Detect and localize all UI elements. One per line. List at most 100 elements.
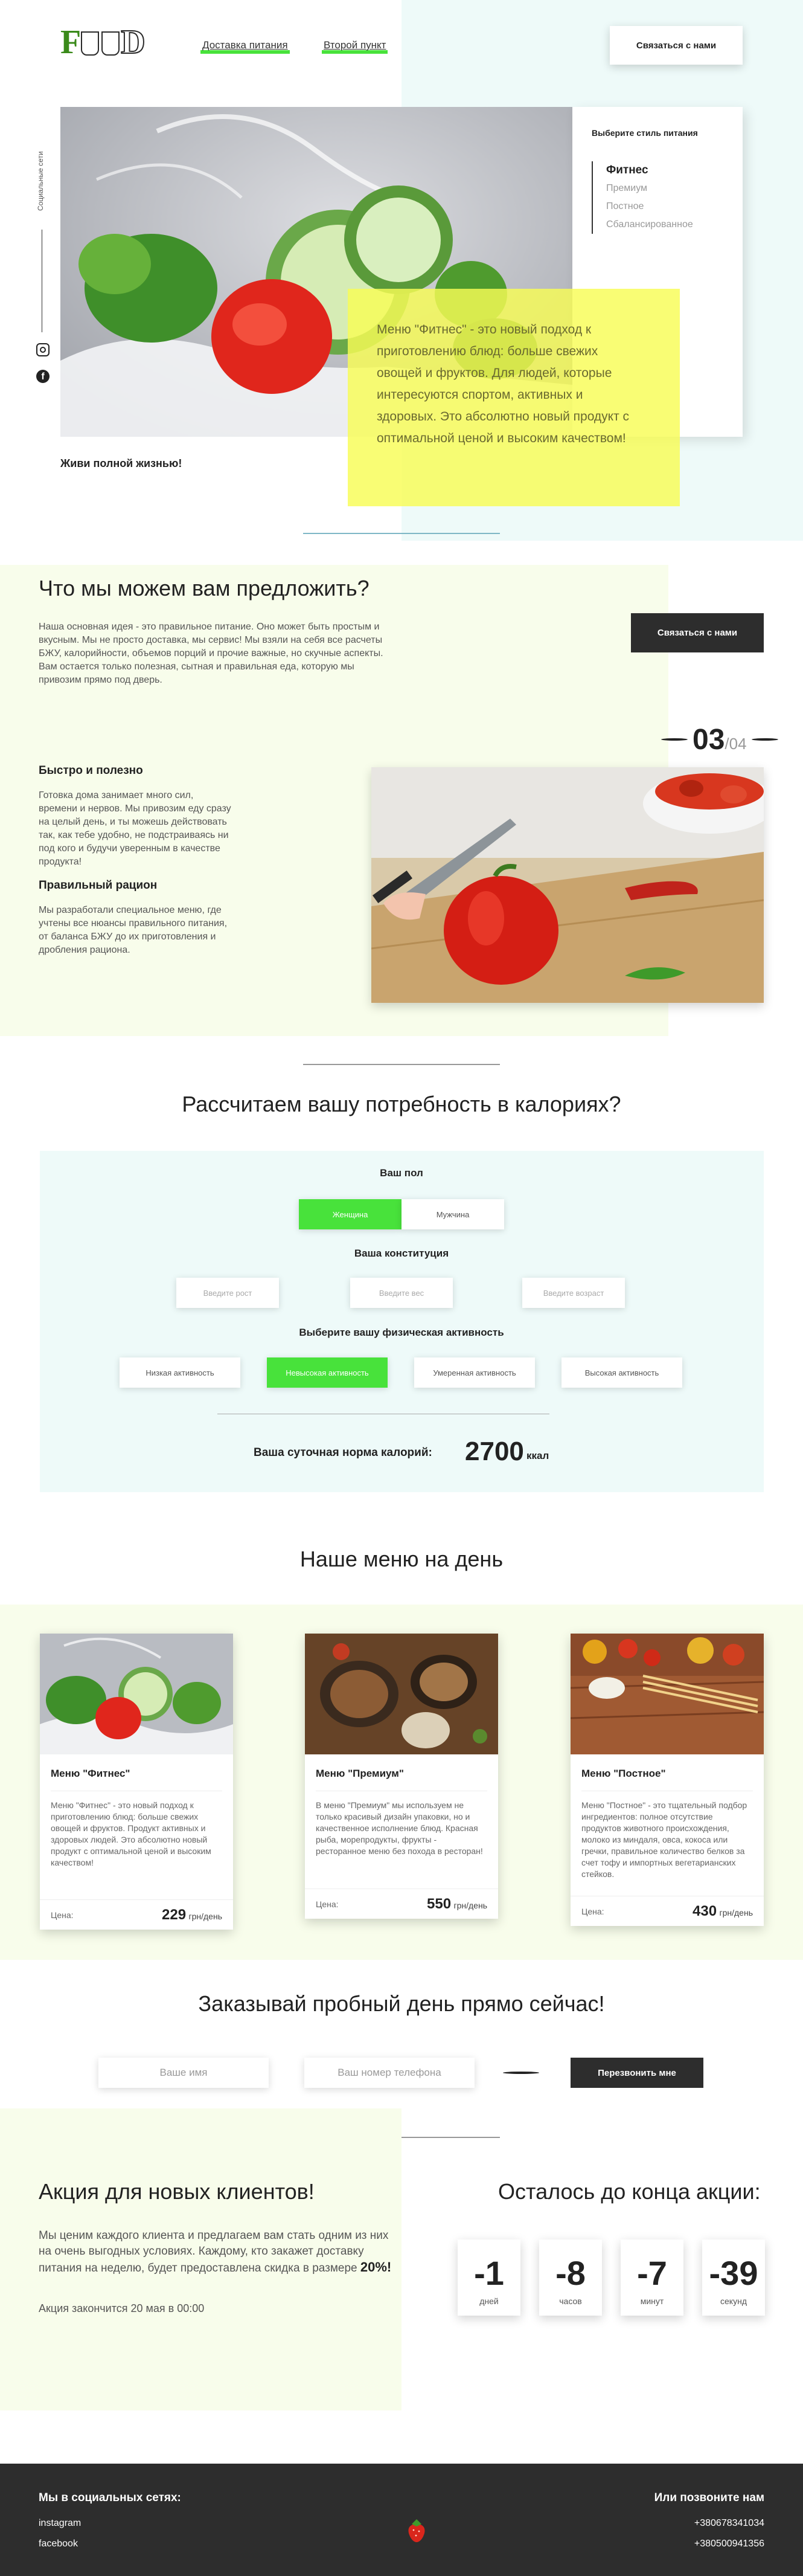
height-input[interactable]: Введите рост	[176, 1278, 279, 1308]
nav-link-second[interactable]: Второй пункт	[321, 39, 388, 54]
footer-phone[interactable]: +380678341034	[694, 2518, 764, 2529]
price-value: 550	[427, 1895, 452, 1912]
timer-title: Осталось до конца акции:	[498, 2179, 761, 2204]
footer-phone[interactable]: +380500941356	[694, 2539, 764, 2549]
menu-card-footer: Цена: 550 грн/день	[305, 1889, 498, 1919]
price-currency: грн/день	[188, 1911, 223, 1921]
contact-button[interactable]: Связаться с нами	[610, 26, 743, 65]
price-label: Цена:	[316, 1899, 339, 1909]
promo-ends: Акция закончится 20 мая в 00:00	[39, 2302, 205, 2314]
activity-label: Выберите вашу физическая активность	[299, 1327, 504, 1338]
next-arrow-icon[interactable]	[751, 738, 778, 741]
timer-unit: минут	[640, 2296, 664, 2306]
promo-text-body: Мы ценим каждого клиента и предлагаем ва…	[39, 2229, 389, 2275]
menu-card-title: Меню "Фитнес"	[51, 1768, 130, 1779]
price-value: 229	[162, 1906, 187, 1923]
name-input[interactable]: Ваше имя	[98, 2058, 269, 2088]
activity-option-high[interactable]: Высокая активность	[561, 1357, 682, 1388]
hero-description: Меню "Фитнес" - это новый подход к приго…	[377, 323, 630, 445]
timer-hours: -8 часов	[539, 2240, 602, 2316]
price-currency: грн/день	[719, 1907, 753, 1918]
style-item-premium[interactable]: Премиум	[606, 179, 693, 198]
promo-text: Мы ценим каждого клиента и предлагаем ва…	[39, 2228, 395, 2276]
calorie-result-unit: ккал	[526, 1450, 549, 1461]
menu-card-text: Меню "Фитнес" - это новый подход к приго…	[51, 1791, 222, 1869]
footer-phone-title: Или позвоните нам	[654, 2491, 764, 2504]
menu-title: Наше меню на день	[299, 1547, 504, 1571]
age-input[interactable]: Введите возраст	[522, 1278, 625, 1308]
promo-discount: 20%!	[360, 2259, 392, 2275]
timer-days: -1 дней	[458, 2240, 520, 2316]
slide-counter: 03/04	[656, 723, 783, 756]
offer-title: Что мы можем вам предложить?	[39, 576, 370, 601]
timer-unit: секунд	[720, 2296, 747, 2306]
menu-card-text: Меню "Постное" - это тщательный подбор и…	[581, 1791, 753, 1880]
prev-arrow-icon[interactable]	[661, 738, 688, 741]
price-value: 430	[693, 1902, 717, 1919]
timer-value: -7	[637, 2254, 667, 2292]
arrow-icon	[503, 2072, 539, 2074]
price-label: Цена:	[581, 1906, 604, 1916]
gender-label: Ваш пол	[380, 1167, 423, 1179]
logo[interactable]: FD	[60, 23, 146, 62]
instagram-icon[interactable]	[36, 343, 50, 356]
weight-input[interactable]: Введите вес	[350, 1278, 453, 1308]
feature-text: Мы разработали специальное меню, где учт…	[39, 905, 228, 955]
price-currency: грн/день	[453, 1900, 488, 1910]
activity-option-medium[interactable]: Умеренная активность	[414, 1357, 535, 1388]
section-divider	[303, 1064, 500, 1065]
menu-card-lenten[interactable]: Меню "Постное" Меню "Постное" - это тщат…	[571, 1634, 764, 1926]
timer-seconds: -39 секунд	[702, 2240, 765, 2316]
menu-card-title: Меню "Премиум"	[316, 1768, 404, 1779]
gender-option-female[interactable]: Женщина	[299, 1199, 402, 1229]
promo-title: Акция для новых клиентов!	[39, 2179, 315, 2204]
offer-intro: Наша основная идея - это правильное пита…	[39, 622, 383, 685]
footer-social-title: Мы в социальных сетях:	[39, 2491, 181, 2504]
menu-image	[40, 1634, 233, 1754]
activity-option-low[interactable]: Низкая активность	[120, 1357, 240, 1388]
footer-link-facebook[interactable]: facebook	[39, 2539, 78, 2549]
calculator-title: Рассчитаем вашу потребность в калориях?	[182, 1092, 621, 1116]
callback-button[interactable]: Перезвонить мне	[571, 2058, 703, 2088]
style-list: Фитнес Премиум Постное Сбалансированное	[592, 161, 693, 234]
header: FD Доставка питания Второй пункт Связать…	[0, 0, 803, 91]
social-label: Социальные сети	[36, 151, 45, 211]
order-title: Заказывай пробный день прямо сейчас!	[198, 1991, 605, 2016]
feature-title: Правильный рацион	[39, 879, 158, 892]
page: { "header": { "logo": "FOOD", "nav": ["Д…	[0, 0, 803, 2576]
price-label: Цена:	[51, 1910, 74, 1920]
feature-text: Готовка дома занимает много сил, времени…	[39, 790, 231, 867]
feature-title: Быстро и полезно	[39, 764, 143, 777]
menu-image	[571, 1634, 764, 1754]
facebook-icon[interactable]: f	[36, 370, 50, 383]
timer-unit: дней	[479, 2296, 499, 2306]
activity-option-small[interactable]: Невысокая активность	[267, 1357, 388, 1388]
strawberry-icon	[408, 2519, 425, 2542]
pepper-image	[371, 767, 764, 1003]
menu-card-premium[interactable]: Меню "Премиум" В меню "Премиум" мы испол…	[305, 1634, 498, 1919]
style-item-fitness[interactable]: Фитнес	[606, 161, 693, 179]
style-item-lenten[interactable]: Постное	[606, 198, 693, 216]
gender-option-male[interactable]: Мужчина	[402, 1199, 504, 1229]
menu-card-text: В меню "Премиум" мы используем не только…	[316, 1791, 487, 1857]
timer-value: -8	[555, 2254, 586, 2292]
hero-motto: Живи полной жизнью!	[60, 457, 182, 469]
counter-total: /04	[725, 735, 747, 753]
menu-card-footer: Цена: 430 грн/день	[571, 1896, 764, 1926]
menu-card-fitness[interactable]: Меню "Фитнес" Меню "Фитнес" - это новый …	[40, 1634, 233, 1930]
menu-card-footer: Цена: 229 грн/день	[40, 1899, 233, 1930]
footer-link-instagram[interactable]: instagram	[39, 2518, 81, 2529]
constitution-label: Ваша конституция	[354, 1248, 449, 1259]
timer-value: -39	[709, 2254, 758, 2292]
calorie-result-value: 2700	[465, 1437, 524, 1466]
section-divider	[303, 533, 500, 534]
offer-contact-button[interactable]: Связаться с нами	[631, 613, 764, 652]
hero-description-card: Меню "Фитнес" - это новый подход к приго…	[348, 289, 680, 506]
counter-current: 03	[693, 724, 725, 756]
menu-image	[305, 1634, 498, 1754]
footer: Мы в социальных сетях: instagram faceboo…	[0, 2464, 803, 2576]
nav-link-delivery[interactable]: Доставка питания	[200, 39, 290, 54]
phone-input[interactable]: Ваш номер телефона	[304, 2058, 475, 2088]
style-item-balanced[interactable]: Сбалансированное	[606, 216, 693, 234]
menu-card-title: Меню "Постное"	[581, 1768, 666, 1779]
